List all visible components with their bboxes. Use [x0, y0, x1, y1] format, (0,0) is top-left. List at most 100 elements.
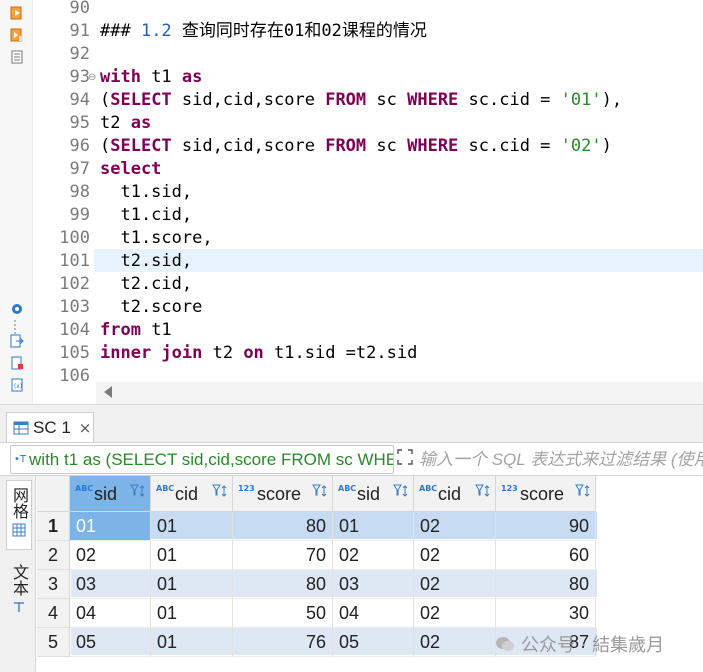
line-number: 92: [69, 44, 90, 64]
line-number: 93: [69, 67, 90, 87]
table-cell-sid[interactable]: 02: [70, 541, 151, 570]
watermark: 公众号 · 結集歲月: [495, 630, 664, 658]
column-type-icon: 123: [238, 484, 255, 493]
line-number-gutter: 90 91 92 93 94 95 96 97 98 99 100 101 102 103 104 105 10…: [33, 0, 91, 404]
line-number: 106: [59, 366, 90, 386]
line-number: 100: [59, 228, 90, 248]
code-line: t1.sid,: [100, 182, 193, 202]
row-number[interactable]: 4: [37, 599, 70, 628]
fold-toggle-icon[interactable]: ⊖: [88, 72, 96, 83]
table-cell-score[interactable]: 90: [496, 512, 596, 541]
table-cell-cid[interactable]: 01: [151, 570, 233, 599]
table-cell-cid[interactable]: 02: [414, 570, 496, 599]
variables-icon[interactable]: (x): [10, 378, 24, 392]
table-cell-sid[interactable]: 05: [70, 628, 151, 657]
horizontal-scrollbar[interactable]: [96, 382, 703, 404]
export-icon[interactable]: [10, 334, 24, 348]
filter-sort-icon[interactable]: [393, 484, 409, 498]
strip-separator: [14, 320, 16, 334]
column-header-score[interactable]: 123 score: [233, 476, 333, 512]
column-name: sid: [94, 484, 118, 504]
line-number: 94: [69, 90, 90, 110]
row-number[interactable]: 5: [37, 628, 70, 657]
filter-sort-icon[interactable]: [312, 484, 328, 498]
row-number[interactable]: 3: [37, 570, 70, 599]
code-line: t1.score,: [100, 228, 213, 248]
column-header-score[interactable]: 123 score: [496, 476, 596, 512]
table-cell-sid[interactable]: 04: [70, 599, 151, 628]
close-tab-icon[interactable]: ×: [79, 419, 92, 437]
table-cell-sid[interactable]: 01: [333, 512, 414, 541]
column-header-sid[interactable]: ABC sid: [70, 476, 151, 512]
query-text-box[interactable]: •T with t1 as (SELECT sid,cid,score FROM…: [10, 445, 394, 474]
filter-expression-input[interactable]: 输入一个 SQL 表达式来过滤结果 (使用 Ctrl+Space): [419, 445, 703, 474]
results-filter-bar: •T with t1 as (SELECT sid,cid,score FROM…: [0, 442, 703, 476]
grid-icon: [12, 523, 26, 537]
line-number: 104: [59, 320, 90, 340]
sql-editor[interactable]: (x) 90 91 92 93 94 95 96 97 98 99 100 101 102 103 104 1…: [0, 0, 703, 404]
column-type-icon: ABC: [75, 484, 94, 493]
vtab-grid[interactable]: 网格: [6, 480, 32, 550]
column-type-icon: ABC: [156, 484, 175, 493]
column-header-sid[interactable]: ABC sid: [333, 476, 414, 512]
row-number[interactable]: 1: [37, 512, 70, 541]
table-cell-score[interactable]: 60: [496, 541, 596, 570]
code-line: inner join t2 on t1.sid =t2.sid: [100, 343, 418, 363]
vtab-grid-label: 网格: [10, 487, 29, 519]
code-line: (SELECT sid,cid,score FROM sc WHERE sc.c…: [100, 136, 612, 156]
execute-statement-icon[interactable]: [10, 6, 24, 20]
filter-sort-icon[interactable]: [212, 484, 228, 498]
line-number: 96: [69, 136, 90, 156]
table-cell-cid[interactable]: 01: [151, 512, 233, 541]
filter-sort-icon[interactable]: [475, 484, 491, 498]
result-tab-label: SC 1: [33, 418, 71, 437]
table-cell-cid[interactable]: 02: [414, 541, 496, 570]
line-number: 91: [69, 21, 90, 41]
column-name: cid: [175, 484, 199, 504]
line-number: 101: [59, 251, 90, 271]
scroll-left-arrow-icon[interactable]: [104, 386, 112, 398]
table-cell-score[interactable]: 70: [233, 541, 333, 570]
column-header-cid[interactable]: ABC cid: [151, 476, 233, 512]
vtab-text[interactable]: 文本: [6, 558, 32, 622]
filter-sort-icon[interactable]: [130, 484, 146, 498]
result-tab-sc1[interactable]: SC 1 ×: [6, 412, 94, 443]
row-number[interactable]: 2: [37, 541, 70, 570]
query-text: with t1 as (SELECT sid,cid,score FROM sc…: [29, 449, 393, 469]
view-mode-tabs: 网格 文本: [0, 476, 36, 672]
line-number: 102: [59, 274, 90, 294]
filter-sort-icon[interactable]: [575, 484, 591, 498]
table-cell-score[interactable]: 80: [233, 512, 333, 541]
load-file-icon[interactable]: [10, 356, 24, 370]
table-cell-cid[interactable]: 02: [414, 599, 496, 628]
execute-script-icon[interactable]: [10, 28, 24, 42]
table-cell-score[interactable]: 30: [496, 599, 596, 628]
table-cell-sid[interactable]: 03: [333, 570, 414, 599]
expand-icon[interactable]: [397, 449, 413, 465]
code-line: select: [100, 159, 162, 179]
table-cell-sid[interactable]: 02: [333, 541, 414, 570]
code-line: t2.sid,: [100, 251, 193, 271]
table-cell-score[interactable]: 80: [233, 570, 333, 599]
table-cell-score[interactable]: 76: [233, 628, 333, 657]
table-cell-sid[interactable]: 04: [333, 599, 414, 628]
table-cell-score[interactable]: 50: [233, 599, 333, 628]
svg-text:(x): (x): [14, 383, 22, 390]
column-type-icon: ABC: [338, 484, 357, 493]
vtab-text-label: 文本: [10, 564, 29, 596]
column-header-cid[interactable]: ABC cid: [414, 476, 496, 512]
table-cell-cid[interactable]: 01: [151, 628, 233, 657]
table-cell-sid[interactable]: 05: [333, 628, 414, 657]
table-cell-sid[interactable]: 03: [70, 570, 151, 599]
table-cell-cid[interactable]: 01: [151, 599, 233, 628]
explain-plan-icon[interactable]: [10, 50, 24, 64]
settings-gear-icon[interactable]: [10, 302, 24, 316]
table-cell-sid[interactable]: 01: [70, 512, 151, 541]
code-line: (SELECT sid,cid,score FROM sc WHERE sc.c…: [100, 90, 623, 110]
table-cell-cid[interactable]: 02: [414, 512, 496, 541]
table-cell-score[interactable]: 80: [496, 570, 596, 599]
table-cell-cid[interactable]: 01: [151, 541, 233, 570]
code-line: t1.cid,: [100, 205, 193, 225]
line-number: 105: [59, 343, 90, 363]
table-cell-cid[interactable]: 02: [414, 628, 496, 657]
